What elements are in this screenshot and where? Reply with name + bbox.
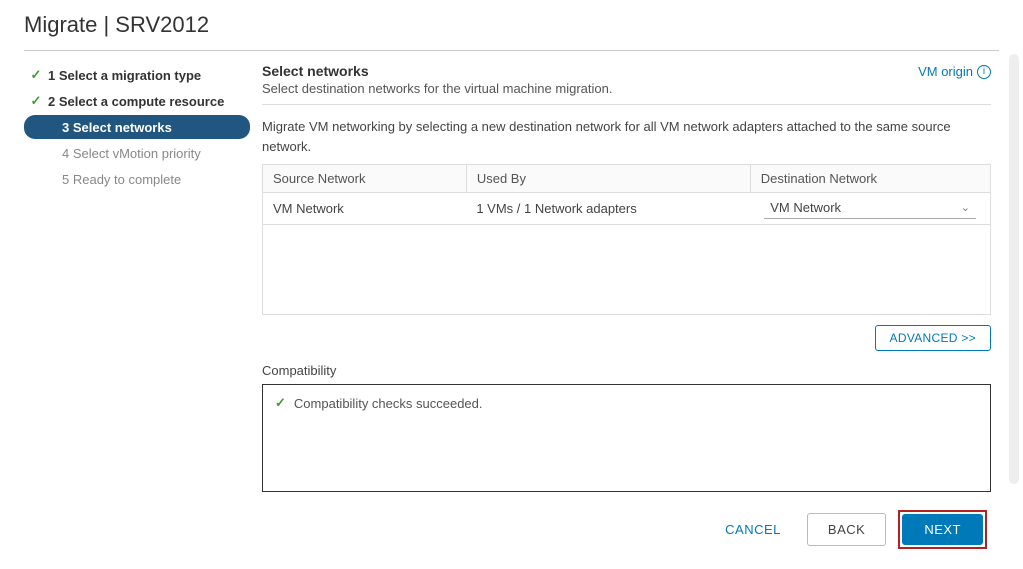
vm-origin-label: VM origin (918, 64, 973, 79)
wizard-step-label: 5 Ready to complete (62, 172, 181, 187)
wizard-step-vmotion-priority: ✓ 4 Select vMotion priority (24, 141, 250, 165)
scrollbar[interactable] (1009, 54, 1019, 484)
table-empty-area (262, 225, 991, 315)
cancel-button[interactable]: CANCEL (711, 514, 795, 545)
col-source-network[interactable]: Source Network (263, 165, 467, 193)
col-destination-network[interactable]: Destination Network (750, 165, 990, 193)
next-button-highlight: NEXT (898, 510, 987, 549)
wizard-steps: ✓ 1 Select a migration type ✓ 2 Select a… (24, 63, 250, 553)
dialog-title: Migrate | SRV2012 (24, 8, 999, 51)
wizard-step-select-networks[interactable]: ✓ 3 Select networks (24, 115, 250, 139)
wizard-step-label: 1 Select a migration type (48, 68, 201, 83)
chevron-down-icon: ⌄ (961, 201, 970, 214)
wizard-step-migration-type[interactable]: ✓ 1 Select a migration type (24, 63, 250, 87)
check-icon: ✓ (30, 93, 42, 109)
section-description: Migrate VM networking by selecting a new… (262, 117, 991, 156)
compatibility-box: ✓ Compatibility checks succeeded. (262, 384, 991, 492)
col-used-by[interactable]: Used By (466, 165, 750, 193)
wizard-step-label: 2 Select a compute resource (48, 94, 224, 109)
dialog-footer: CANCEL BACK NEXT (262, 492, 991, 553)
section-subtext: Select destination networks for the virt… (262, 81, 991, 96)
destination-network-select[interactable]: VM Network ⌄ (764, 198, 976, 219)
compatibility-status: Compatibility checks succeeded. (294, 396, 483, 411)
wizard-step-label: 3 Select networks (62, 120, 172, 135)
wizard-step-label: 4 Select vMotion priority (62, 146, 201, 161)
advanced-button[interactable]: ADVANCED >> (875, 325, 991, 351)
cell-source: VM Network (263, 193, 467, 225)
table-row[interactable]: VM Network 1 VMs / 1 Network adapters VM… (263, 193, 991, 225)
check-icon: ✓ (275, 395, 286, 411)
destination-value: VM Network (770, 200, 841, 215)
next-button[interactable]: NEXT (902, 514, 983, 545)
networks-table: Source Network Used By Destination Netwo… (262, 164, 991, 225)
cell-used-by: 1 VMs / 1 Network adapters (466, 193, 750, 225)
info-icon[interactable]: i (977, 65, 991, 79)
vm-origin-link[interactable]: VM origin i (918, 64, 991, 79)
back-button[interactable]: BACK (807, 513, 886, 546)
check-icon: ✓ (30, 67, 42, 83)
section-title: Select networks (262, 63, 369, 79)
wizard-step-ready-complete: ✓ 5 Ready to complete (24, 167, 250, 191)
compatibility-label: Compatibility (262, 363, 991, 378)
wizard-step-compute-resource[interactable]: ✓ 2 Select a compute resource (24, 89, 250, 113)
